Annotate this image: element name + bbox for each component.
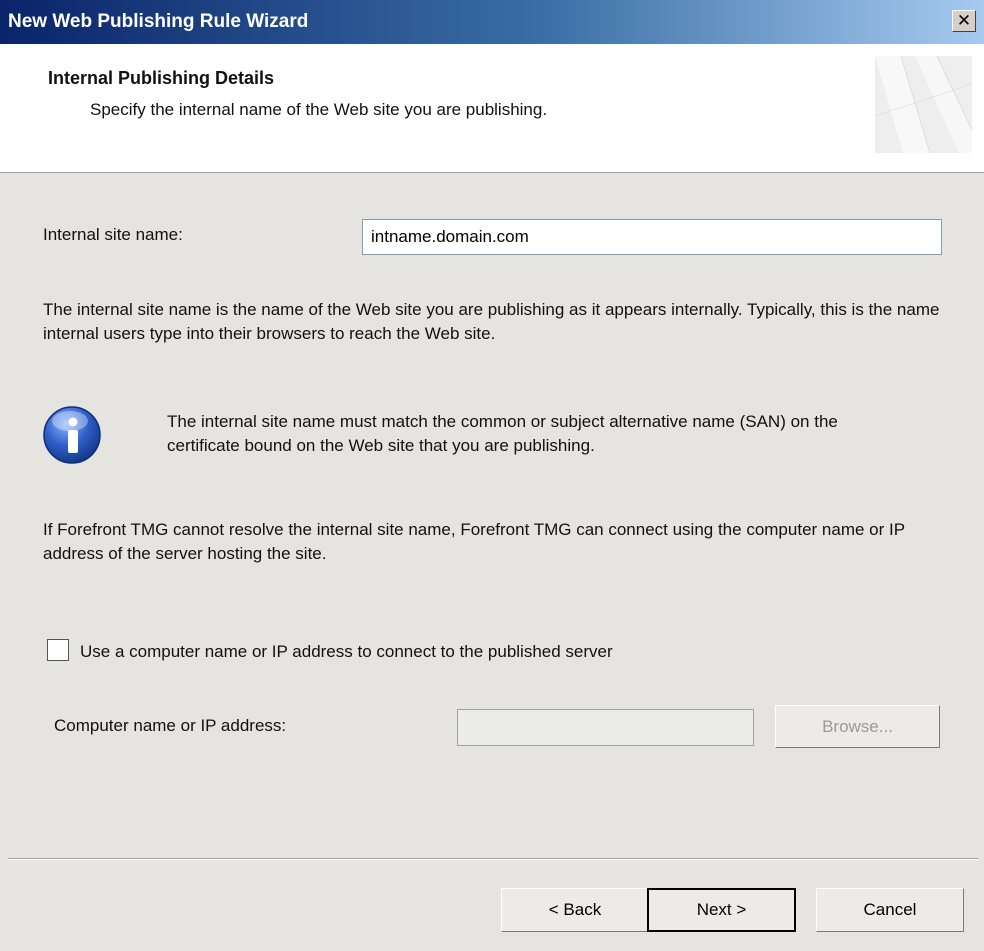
footer-divider xyxy=(8,858,978,860)
page-subtitle: Specify the internal name of the Web sit… xyxy=(90,100,548,119)
back-button[interactable]: < Back xyxy=(501,888,649,932)
san-info-note: The internal site name must match the co… xyxy=(167,412,838,455)
wizard-window: New Web Publishing Rule Wizard ✕ Interna… xyxy=(0,0,984,951)
close-icon: ✕ xyxy=(956,11,972,30)
use-computer-checkbox[interactable] xyxy=(47,639,69,661)
next-button[interactable]: Next > xyxy=(647,888,796,932)
browse-button[interactable]: Browse... xyxy=(775,705,940,748)
internal-site-label: Internal site name: xyxy=(43,225,183,244)
resolve-note: If Forefront TMG cannot resolve the inte… xyxy=(43,520,905,563)
title-bar: New Web Publishing Rule Wizard ✕ xyxy=(0,0,984,44)
internal-site-input[interactable] xyxy=(362,219,942,255)
page-title: Internal Publishing Details xyxy=(48,68,275,88)
computer-name-label: Computer name or IP address: xyxy=(54,716,287,735)
cancel-button[interactable]: Cancel xyxy=(816,888,964,932)
wizard-header: Internal Publishing Details Specify the … xyxy=(0,44,984,173)
window-title: New Web Publishing Rule Wizard xyxy=(8,11,309,32)
wizard-banner-icon xyxy=(875,56,972,153)
computer-name-input[interactable] xyxy=(457,709,754,746)
info-icon xyxy=(43,406,101,464)
close-button[interactable]: ✕ xyxy=(952,10,976,32)
use-computer-checkbox-label[interactable]: Use a computer name or IP address to con… xyxy=(80,640,613,664)
site-name-description: The internal site name is the name of th… xyxy=(43,300,940,343)
